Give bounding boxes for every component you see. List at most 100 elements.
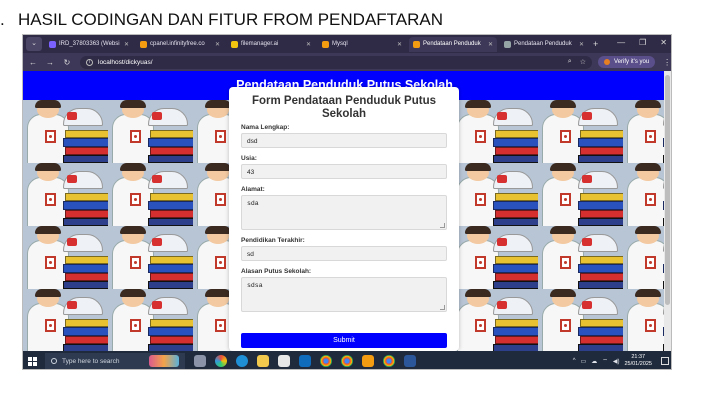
tab-close-icon[interactable]: ✕ [302, 41, 311, 48]
tab-search-button[interactable]: ⌄ [26, 37, 42, 51]
background-tile [538, 163, 623, 226]
clock-time: 21:37 [631, 354, 646, 360]
label-alasan: Alasan Putus Sekolah: [241, 268, 312, 275]
restore-icon[interactable]: ❐ [639, 38, 646, 47]
forward-icon[interactable]: → [43, 58, 57, 67]
favicon-icon [322, 40, 329, 48]
search-placeholder: Type here to search [62, 357, 120, 365]
scrollbar-thumb[interactable] [665, 75, 670, 305]
background-tile [623, 289, 666, 351]
chrome-icon[interactable] [383, 355, 395, 367]
resize-handle-icon[interactable] [440, 223, 445, 228]
reload-icon[interactable]: ↻ [60, 58, 74, 67]
tab-label: IRD_37803363 (Websi [59, 41, 120, 47]
word-icon[interactable] [404, 355, 416, 367]
form-title: Form Pendataan Penduduk Putus Sekolah [251, 95, 437, 120]
browser-tab[interactable]: Pendataan Penduduk ✕ [409, 36, 497, 52]
alamat-textarea[interactable]: sda [241, 195, 447, 230]
web-page: Pendataan Penduduk Putus Sekolah Form Pe… [23, 71, 666, 351]
tab-label: Pendataan Penduduk [423, 41, 481, 47]
tab-label: cpanel.infinityfree.co [150, 41, 205, 47]
network-icon[interactable]: ▭ [581, 358, 587, 365]
background-tile [623, 226, 666, 289]
background-tile [108, 100, 193, 163]
tab-close-icon[interactable]: ✕ [575, 41, 584, 48]
tab-close-icon[interactable]: ✕ [393, 41, 402, 48]
chrome-icon[interactable] [320, 355, 332, 367]
resize-handle-icon[interactable] [440, 305, 445, 310]
background-tile [23, 163, 108, 226]
zoom-icon[interactable]: ⌕ [568, 58, 572, 66]
browser-tab[interactable]: Pendataan Penduduk ✕ [500, 37, 588, 52]
favicon-icon [413, 40, 420, 48]
start-button[interactable] [23, 351, 41, 369]
avatar [604, 59, 610, 65]
browser-tab[interactable]: cpanel.infinityfree.co ✕ [136, 37, 224, 52]
page-scrollbar[interactable] [664, 71, 671, 351]
tab-label: Mysql [332, 41, 348, 47]
notification-icon[interactable] [661, 357, 669, 365]
label-pendidikan: Pendidikan Terakhir: [241, 237, 305, 244]
clock[interactable]: 21:37 25/01/2025 [624, 354, 652, 368]
file-explorer-icon[interactable] [257, 355, 269, 367]
minimize-icon[interactable]: — [617, 38, 625, 47]
pendidikan-input[interactable]: sd [241, 246, 447, 261]
background-tile [108, 289, 193, 351]
alasan-textarea[interactable]: sdsa [241, 277, 447, 312]
bookmark-star-icon[interactable]: ☆ [580, 58, 586, 66]
background-tile [623, 163, 666, 226]
nama-input[interactable]: dsd [241, 133, 447, 148]
window-controls: — ❐ ✕ [617, 38, 667, 47]
usia-input[interactable]: 43 [241, 164, 447, 179]
xampp-icon[interactable] [362, 355, 374, 367]
label-usia: Usia: [241, 155, 257, 162]
chrome-icon[interactable] [341, 355, 353, 367]
tab-label: filemanager.ai [241, 41, 279, 47]
verify-button[interactable]: Verify it's you [598, 56, 656, 68]
edge-icon[interactable] [236, 355, 248, 367]
chevron-up-icon[interactable]: ^ [573, 358, 576, 364]
search-icon [51, 358, 57, 364]
browser-tab[interactable]: filemanager.ai ✕ [227, 37, 315, 52]
tab-strip: ⌄ IRD_37803363 (Websi ✕ cpanel.infinityfre… [23, 35, 671, 53]
background-tile [538, 226, 623, 289]
browser-tab[interactable]: IRD_37803363 (Websi ✕ [45, 37, 133, 52]
submit-button[interactable]: Submit [241, 333, 447, 348]
background-tile [538, 289, 623, 351]
background-tile [23, 226, 108, 289]
wifi-icon[interactable]: ⌔ [602, 357, 608, 365]
windows-logo-icon [27, 356, 37, 366]
tab-close-icon[interactable]: ✕ [211, 41, 220, 48]
site-info-icon[interactable]: i [86, 58, 93, 66]
cloud-icon[interactable]: ☁ [591, 358, 597, 365]
slide-heading: HASIL CODINGAN DAN FITUR FROM PENDAFTARA… [18, 10, 444, 29]
background-tile [108, 163, 193, 226]
background-tile [108, 226, 193, 289]
system-tray: ^ ▭ ☁ ⌔ ◀) 21:37 25/01/2025 [573, 354, 671, 368]
copilot-icon[interactable] [215, 355, 227, 367]
clock-date: 25/01/2025 [624, 361, 652, 367]
store-icon[interactable] [278, 355, 290, 367]
background-tile [453, 163, 538, 226]
url-field[interactable]: i localhost/dickyuas/ ⌕ ☆ [80, 55, 592, 69]
favicon-icon [504, 40, 511, 48]
close-icon[interactable]: ✕ [660, 38, 667, 47]
taskbar-search[interactable]: Type here to search [45, 353, 185, 369]
back-icon[interactable]: ← [26, 58, 40, 67]
volume-icon[interactable]: ◀) [613, 358, 620, 365]
search-highlight-image [149, 355, 179, 367]
background-tile [623, 100, 666, 163]
browser-tab[interactable]: Mysql ✕ [318, 37, 406, 52]
tab-label: Pendataan Penduduk [514, 41, 572, 47]
mail-icon[interactable] [299, 355, 311, 367]
label-alamat: Alamat: [241, 186, 265, 193]
menu-kebab-icon[interactable]: ⋮ [663, 58, 671, 67]
tab-close-icon[interactable]: ✕ [120, 41, 129, 48]
tab-close-icon[interactable]: ✕ [484, 41, 493, 48]
favicon-icon [231, 40, 238, 48]
new-tab-button[interactable]: + [593, 39, 598, 49]
favicon-icon [140, 40, 147, 48]
alamat-value: sda [247, 200, 259, 207]
slide-number: . [0, 10, 5, 29]
task-view-icon[interactable] [194, 355, 206, 367]
